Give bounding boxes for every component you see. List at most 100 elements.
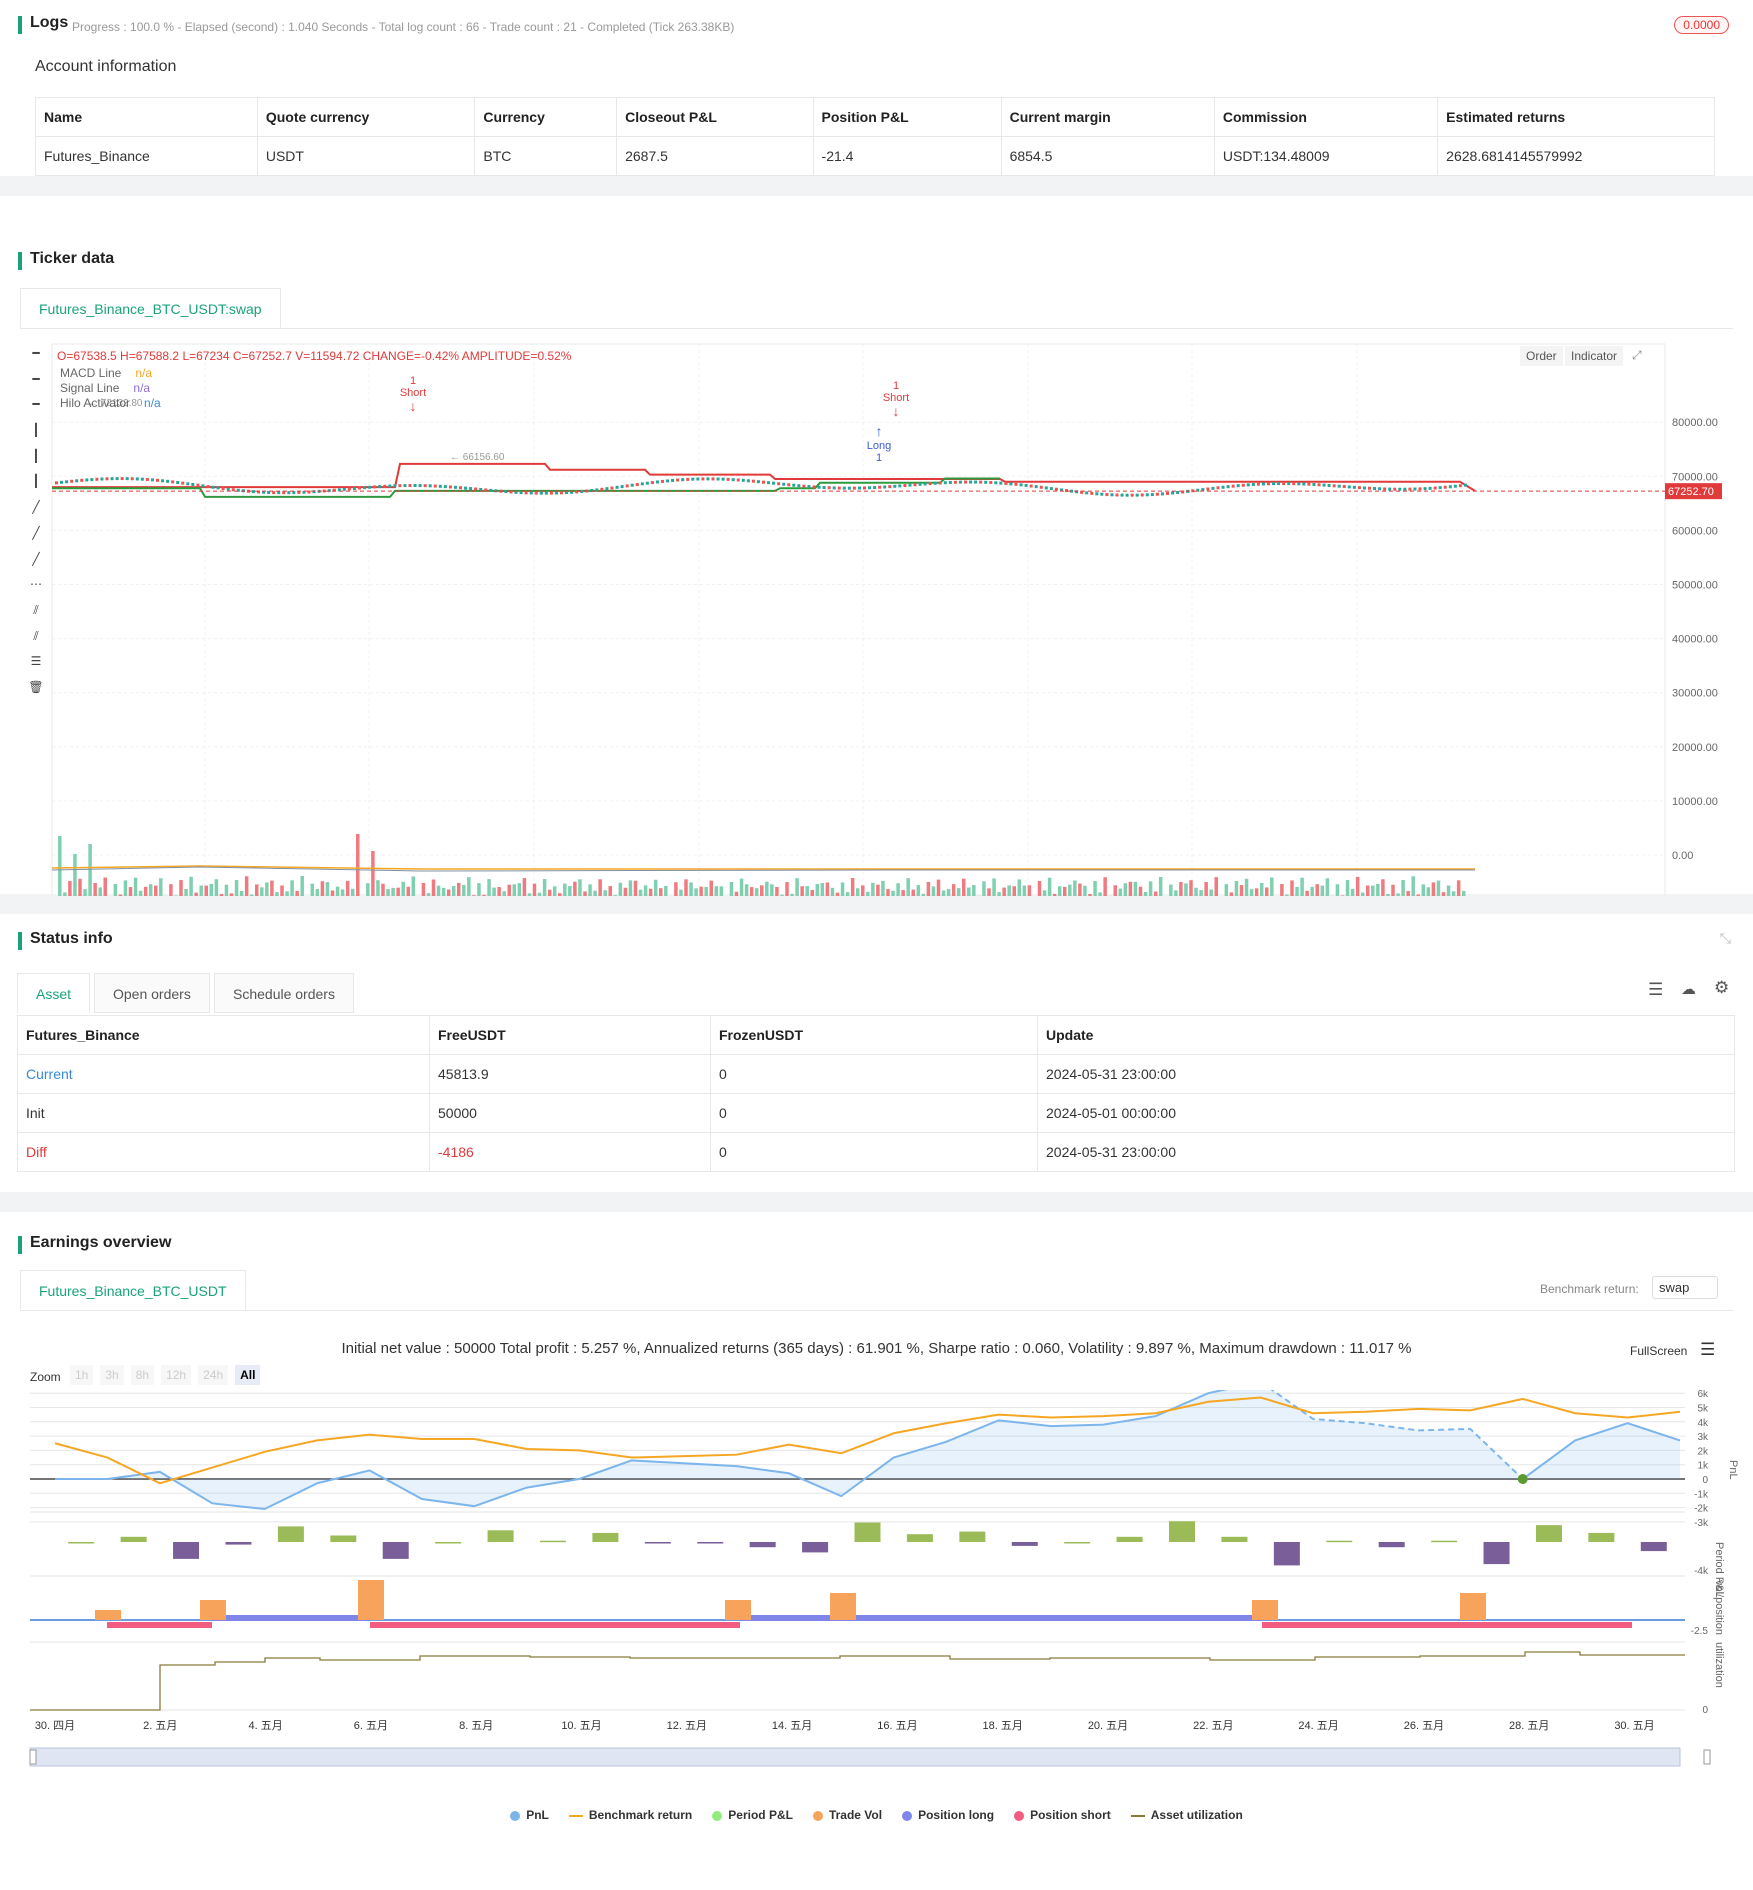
zoom-button-1h[interactable]: 1h — [70, 1365, 94, 1385]
price-candle — [1337, 484, 1341, 488]
legend-item[interactable]: Position short — [1014, 1808, 1111, 1822]
volume-bar — [1290, 880, 1294, 896]
legend-item[interactable]: Position long — [902, 1808, 994, 1822]
volume-bar — [148, 884, 153, 896]
price-candle — [443, 485, 447, 489]
price-candle — [1448, 485, 1452, 489]
period-pnl-bar — [959, 1531, 986, 1542]
y-tick-label: 60000.00 — [1672, 525, 1718, 537]
volume-bar — [628, 880, 633, 896]
volume-bar — [593, 890, 597, 896]
price-candle — [1166, 491, 1169, 495]
legend-item[interactable]: Trade Vol — [812, 1808, 883, 1822]
logs-badge[interactable]: 0.0000 — [1674, 16, 1729, 34]
zoom-button-All[interactable]: All — [235, 1365, 261, 1385]
volume-bar — [401, 881, 405, 896]
volume-bar — [684, 879, 688, 896]
price-candle — [388, 484, 392, 488]
account-cell: Futures_Binance — [35, 136, 258, 176]
price-candle — [287, 491, 291, 495]
tab-schedule-orders[interactable]: Schedule orders — [214, 973, 354, 1013]
volume-bar — [694, 888, 698, 896]
legend-item[interactable]: Asset utilization — [1130, 1808, 1243, 1822]
volume-bar — [770, 884, 774, 896]
period-pnl-bar — [854, 1522, 881, 1542]
legend-value: n/a — [133, 381, 151, 395]
logs-panel: Logs Progress : 100.0 % - Elapsed (secon… — [0, 0, 1753, 176]
zoom-button-3h[interactable]: 3h — [100, 1365, 124, 1385]
zoom-button-8h[interactable]: 8h — [130, 1365, 155, 1385]
volume-bar — [603, 890, 607, 896]
price-candle — [524, 491, 528, 495]
price-candle — [721, 477, 725, 481]
price-candle — [928, 482, 932, 486]
y-tick-label: 10000.00 — [1672, 796, 1718, 808]
price-candle — [620, 485, 624, 489]
price-candle — [1125, 493, 1129, 497]
volume-bar — [780, 894, 784, 896]
cloud-download-icon[interactable]: ☁ — [1681, 980, 1696, 998]
legend-item[interactable]: PnL — [510, 1808, 549, 1822]
volume-bar — [719, 886, 724, 896]
benchmark-select[interactable]: swap — [1652, 1276, 1719, 1299]
price-candle — [1054, 487, 1058, 491]
volume-bar — [754, 888, 759, 896]
price-candle — [145, 478, 149, 482]
zoom-button-24h[interactable]: 24h — [198, 1365, 229, 1385]
asset-cell: Init — [17, 1093, 430, 1133]
x-tick-label: 6. 五月 — [354, 1720, 388, 1732]
menu-icon[interactable]: ☰ — [1700, 1340, 1715, 1360]
price-candle — [221, 487, 225, 491]
tab-asset[interactable]: Asset — [17, 973, 91, 1013]
tab-ticker-symbol[interactable]: Futures_Binance_BTC_USDT:swap — [20, 288, 281, 328]
period-tick-label: -4k — [1694, 1566, 1709, 1577]
zoom-button-12h[interactable]: 12h — [161, 1365, 192, 1385]
legend-item[interactable]: Benchmark return — [568, 1808, 692, 1822]
price-candle — [868, 486, 872, 490]
tab-open-orders[interactable]: Open orders — [94, 973, 210, 1013]
x-tick-label: 4. 五月 — [248, 1720, 282, 1732]
trade-vol-bar — [1252, 1600, 1278, 1620]
legend-label: Position long — [918, 1808, 995, 1822]
expand-icon[interactable]: ⤢ — [1632, 348, 1642, 363]
price-candle — [938, 481, 942, 485]
price-candle — [1176, 490, 1180, 494]
volume-bar — [497, 886, 501, 896]
tab-earnings-symbol[interactable]: Futures_Binance_BTC_USDT — [20, 1270, 246, 1310]
volume-bar — [330, 890, 335, 896]
collapse-icon[interactable]: ⤡ — [1720, 930, 1731, 947]
fullscreen-button[interactable]: FullScreen — [1630, 1344, 1687, 1358]
legend-label: Trade Vol — [828, 1808, 883, 1822]
period-pnl-bar — [644, 1542, 671, 1544]
price-candle — [1009, 482, 1013, 486]
price-candle — [75, 479, 79, 483]
volume-bar — [1073, 880, 1077, 896]
legend-item[interactable]: Period P&L — [712, 1808, 793, 1822]
price-candle — [1352, 485, 1356, 489]
pnl-tick-label: 1k — [1697, 1461, 1709, 1472]
x-tick-label: 22. 五月 — [1193, 1720, 1233, 1732]
price-candle — [1211, 486, 1215, 490]
price-candle — [1044, 486, 1048, 490]
price-candle — [661, 479, 664, 483]
volume-bar — [1148, 881, 1153, 896]
price-candle — [1231, 484, 1235, 488]
x-tick-label: 28. 五月 — [1509, 1720, 1549, 1732]
price-candle — [1428, 486, 1432, 490]
price-candle — [358, 486, 361, 490]
order-button[interactable]: Order — [1520, 346, 1563, 366]
legend-name: Signal Line — [60, 381, 120, 395]
price-candle — [802, 484, 806, 488]
legend-marker — [510, 1810, 521, 1821]
settings-gear-icon[interactable]: ⚙ — [1714, 978, 1729, 998]
zoom-buttons: 1h 3h 8h 12h 24h All — [70, 1365, 267, 1385]
price-candle — [817, 485, 821, 489]
volume-bar — [255, 884, 259, 896]
signal-label: Long — [867, 440, 891, 452]
volume-bar — [537, 892, 542, 896]
price-candle — [640, 482, 644, 486]
volume-bar — [366, 883, 370, 896]
list-icon[interactable]: ☰ — [1648, 980, 1663, 1000]
indicator-button[interactable]: Indicator — [1565, 346, 1624, 366]
price-candle — [979, 480, 983, 484]
